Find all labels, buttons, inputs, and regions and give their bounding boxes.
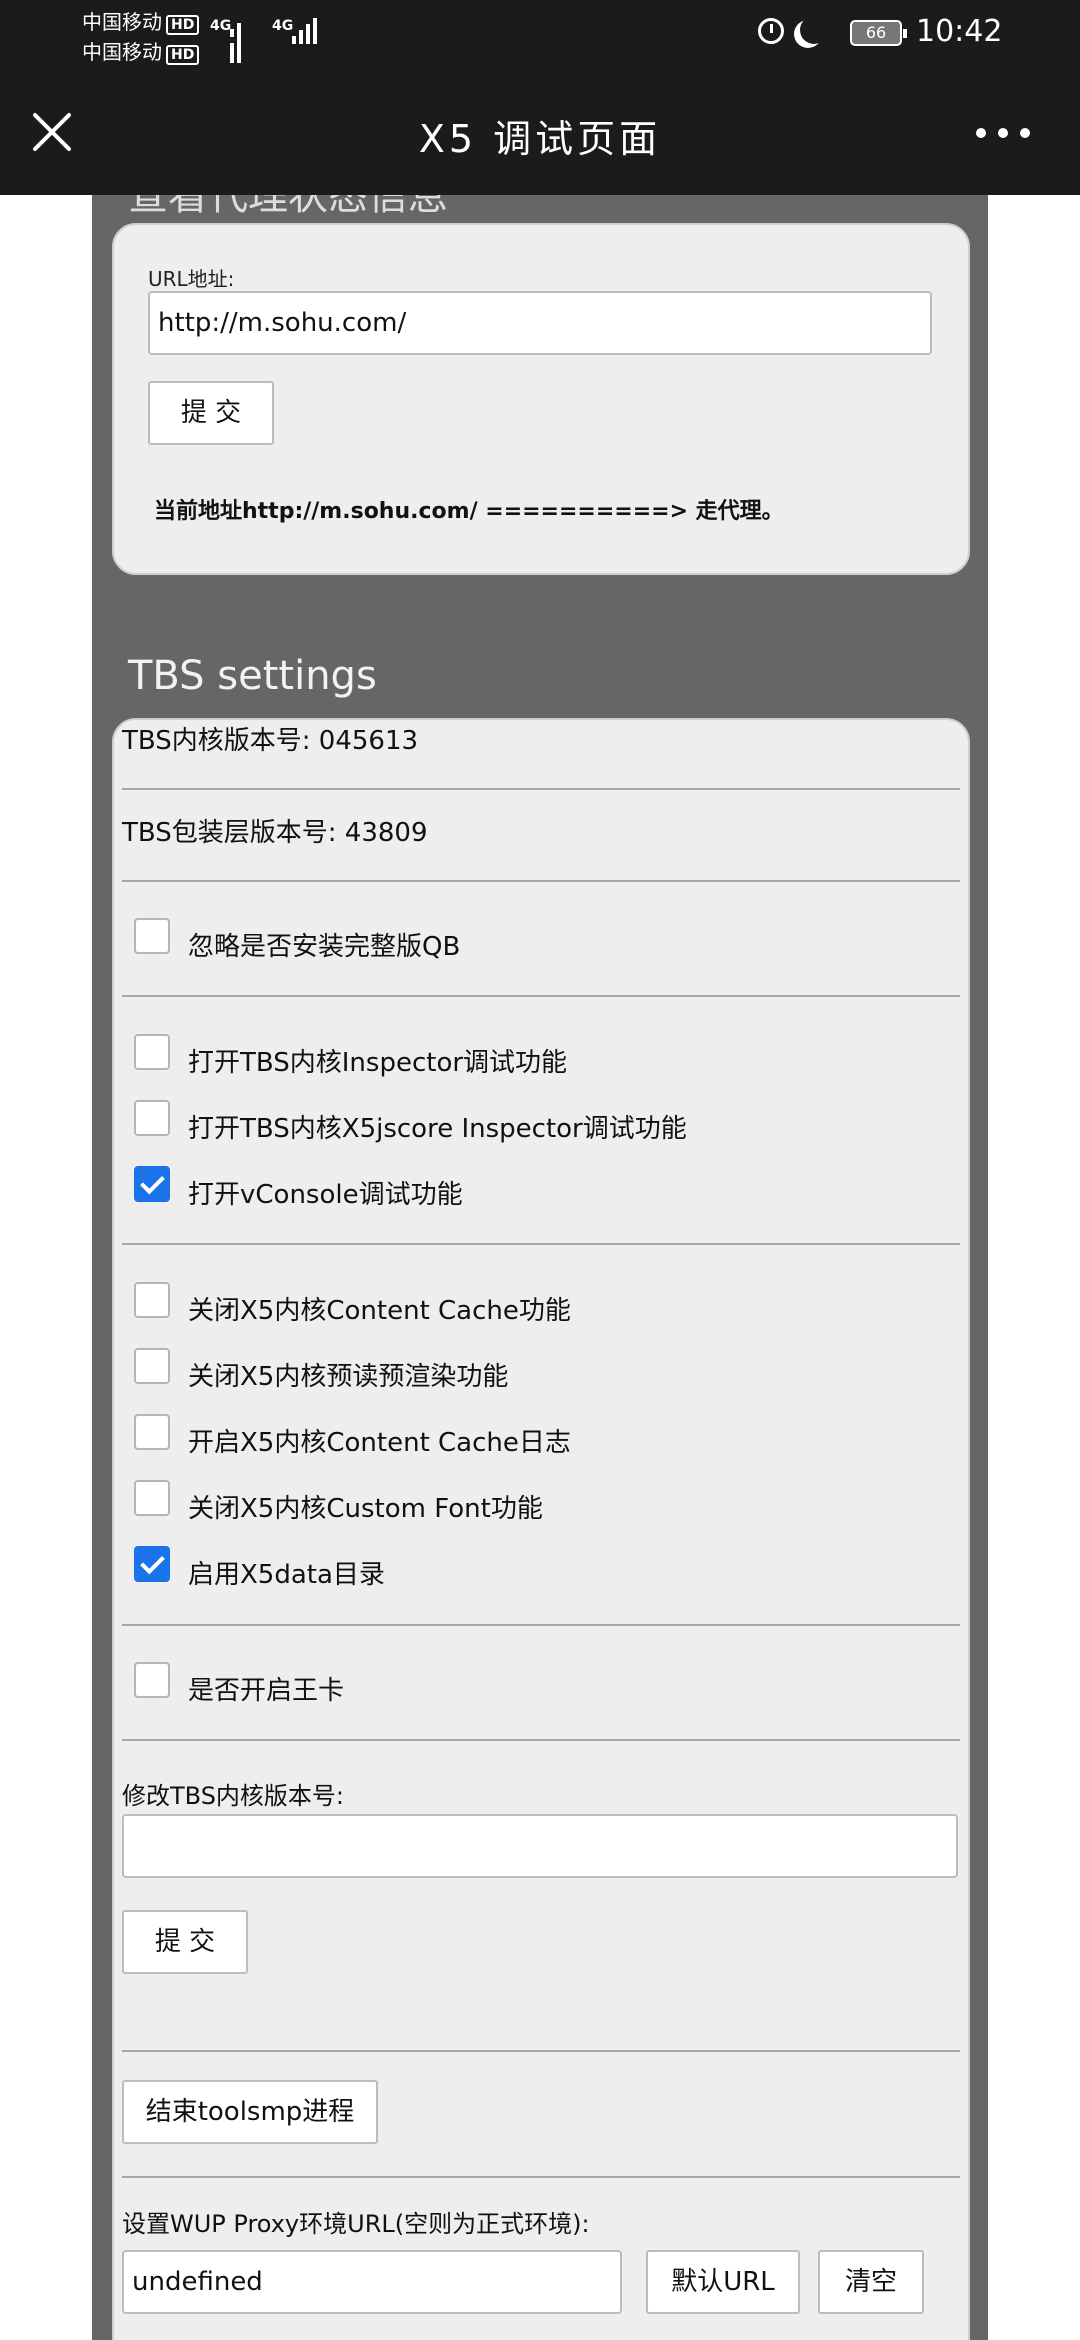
proxy-panel: URL地址: http://m.sohu.com/ 提 交 当前地址http:/… (112, 223, 970, 575)
url-label: URL地址: (148, 267, 235, 291)
wup-proxy-label: 设置WUP Proxy环境URL(空则为正式环境): (122, 2210, 590, 2238)
page-title: X5 调试页面 (418, 117, 662, 161)
checkbox-label: 打开vConsole调试功能 (188, 1180, 463, 1210)
divider (122, 1624, 960, 1626)
modify-version-submit-button[interactable]: 提 交 (122, 1910, 248, 1974)
clock: 10:42 (916, 14, 1003, 49)
kernel-version-text: TBS内核版本号: 045613 (122, 726, 419, 756)
checkbox-label: 关闭X5内核预读预渲染功能 (188, 1362, 509, 1392)
more-options-icon[interactable] (976, 128, 1032, 142)
checkbox-label: 打开TBS内核Inspector调试功能 (188, 1048, 568, 1078)
default-url-button[interactable]: 默认URL (646, 2250, 800, 2314)
status-icons: 66 10:42 (740, 10, 1080, 60)
signal-1-icon: 4G (210, 18, 250, 63)
divider (122, 2176, 960, 2178)
x5data-checkbox[interactable] (134, 1546, 170, 1582)
proxy-section-heading: 查看代理状态信息 (128, 195, 448, 219)
inspector-checkbox[interactable] (134, 1034, 170, 1070)
carrier-2: 中国移动 HD (82, 40, 200, 65)
carrier-1: 中国移动 HD (82, 10, 200, 35)
modify-version-input[interactable] (122, 1814, 958, 1878)
divider (122, 1739, 960, 1741)
ignore-qb-checkbox[interactable] (134, 918, 170, 954)
checkbox-label: 是否开启王卡 (188, 1676, 345, 1706)
proxy-submit-button[interactable]: 提 交 (148, 381, 274, 445)
wrapper-version-text: TBS包装层版本号: 43809 (122, 818, 428, 848)
network-2-label: 4G (272, 18, 294, 34)
divider (122, 1243, 960, 1245)
vconsole-checkbox[interactable] (134, 1166, 170, 1202)
wup-proxy-input[interactable]: undefined (122, 2250, 622, 2314)
top-bar: 中国移动 HD 中国移动 HD 4G 4G 66 10:42 X5 调试页面 (0, 0, 1080, 195)
checkbox-label: 关闭X5内核Custom Font功能 (188, 1494, 543, 1524)
divider (122, 995, 960, 997)
tbs-panel: TBS内核版本号: 045613 TBS包装层版本号: 43809 忽略是否安装… (112, 718, 970, 2340)
checkbox-label: 开启X5内核Content Cache日志 (188, 1428, 571, 1458)
hd-badge-1: HD (166, 15, 200, 35)
content-cache-checkbox[interactable] (134, 1282, 170, 1318)
preread-checkbox[interactable] (134, 1348, 170, 1384)
checkbox-label: 忽略是否安装完整版QB (188, 932, 461, 962)
jscore-inspector-checkbox[interactable] (134, 1100, 170, 1136)
signal-2-icon: 4G (272, 18, 324, 50)
tbs-settings-heading: TBS settings (128, 653, 377, 699)
clear-button[interactable]: 清空 (818, 2250, 924, 2314)
content-area[interactable]: 查看代理状态信息 URL地址: http://m.sohu.com/ 提 交 当… (92, 195, 988, 2340)
cache-log-checkbox[interactable] (134, 1414, 170, 1450)
carrier-1-label: 中国移动 (82, 10, 162, 34)
checkbox-label: 关闭X5内核Content Cache功能 (188, 1296, 571, 1326)
custom-font-checkbox[interactable] (134, 1480, 170, 1516)
divider (122, 880, 960, 882)
url-input[interactable]: http://m.sohu.com/ (148, 291, 932, 355)
checkbox-label: 打开TBS内核X5jscore Inspector调试功能 (188, 1114, 687, 1144)
alarm-icon (758, 18, 784, 44)
modify-version-label: 修改TBS内核版本号: (122, 1782, 345, 1810)
proxy-status-text: 当前地址http://m.sohu.com/ ==========> 走代理。 (154, 499, 784, 524)
battery-icon: 66 (850, 20, 907, 46)
checkbox-label: 启用X5data目录 (188, 1560, 385, 1590)
divider (122, 2050, 960, 2052)
do-not-disturb-icon (800, 16, 828, 44)
hd-badge-2: HD (166, 45, 200, 65)
network-1-label: 4G (210, 18, 232, 34)
carrier-2-label: 中国移动 (82, 40, 162, 64)
wang-card-checkbox[interactable] (134, 1662, 170, 1698)
kill-toolsmp-button[interactable]: 结束toolsmp进程 (122, 2080, 378, 2144)
divider (122, 788, 960, 790)
